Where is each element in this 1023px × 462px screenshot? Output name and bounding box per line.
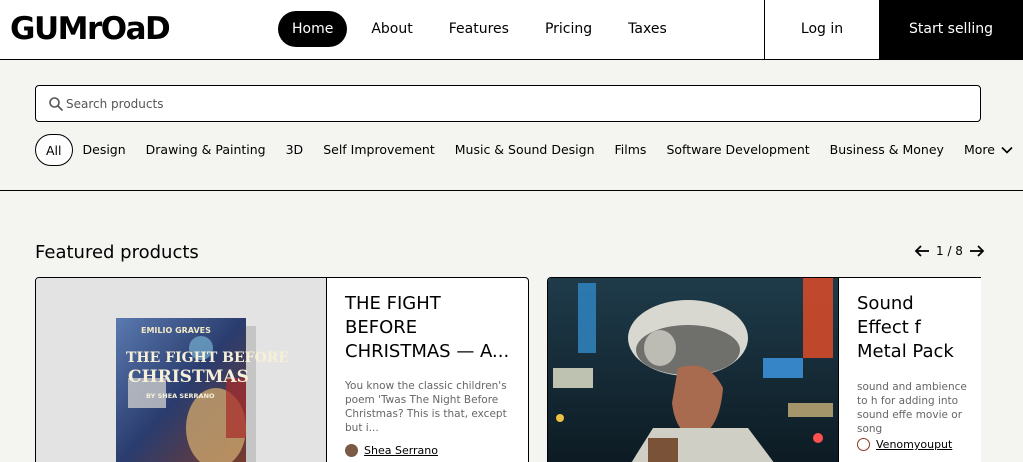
category-music-sound-design[interactable]: Music & Sound Design [445, 134, 605, 166]
featured-heading: Featured products [35, 242, 199, 263]
product-thumbnail[interactable] [548, 278, 839, 462]
category-business-money[interactable]: Business & Money [820, 134, 954, 166]
category-films[interactable]: Films [605, 134, 657, 166]
nav-about[interactable]: About [357, 11, 426, 47]
product-card[interactable]: Sound Effect f Metal Pack sound and ambi… [547, 277, 981, 462]
search-input[interactable] [66, 86, 966, 121]
pager-count: 1 / 8 [936, 244, 963, 258]
category-self-improvement[interactable]: Self Improvement [313, 134, 445, 166]
nav-home[interactable]: Home [278, 11, 348, 47]
category-drawing-painting[interactable]: Drawing & Painting [136, 134, 276, 166]
start-selling-button[interactable]: Start selling [879, 0, 1023, 59]
category-more[interactable]: More [954, 134, 1023, 166]
arrow-right-icon[interactable] [969, 245, 985, 257]
more-label: More [963, 142, 995, 157]
avatar [857, 438, 870, 451]
search-section: All Design Drawing & Painting 3D Self Im… [0, 60, 1023, 191]
nav-features[interactable]: Features [435, 11, 523, 47]
nav-taxes[interactable]: Taxes [614, 11, 681, 47]
category-software-development[interactable]: Software Development [656, 134, 819, 166]
seller-link[interactable]: Venomyouput [857, 438, 971, 451]
cover-title-2: CHRISTMAS [128, 367, 249, 387]
top-header: GUMrOaD Home About Features Pricing Taxe… [0, 0, 1023, 60]
product-title[interactable]: Sound Effect f Metal Pack [857, 292, 971, 364]
seller-link[interactable]: Shea Serrano [345, 444, 512, 457]
product-thumbnail[interactable]: EMILIO GRAVES THE FIGHT BEFORE CHRISTMAS… [36, 278, 327, 462]
cover-title-1: THE FIGHT BEFORE [126, 350, 289, 366]
category-all[interactable]: All [35, 134, 73, 166]
cover-byline: BY SHEA SERRANO [146, 392, 215, 400]
category-bar: All Design Drawing & Painting 3D Self Im… [35, 134, 1023, 166]
avatar [345, 444, 358, 457]
product-description: sound and ambience to h for adding into … [857, 381, 967, 435]
product-title[interactable]: THE FIGHT BEFORE CHRISTMAS — A... [345, 292, 512, 364]
seller-name: Venomyouput [876, 438, 953, 451]
search-icon [49, 97, 63, 111]
main-nav: Home About Features Pricing Taxes [278, 11, 686, 47]
product-card[interactable]: EMILIO GRAVES THE FIGHT BEFORE CHRISTMAS… [35, 277, 529, 462]
product-description: You know the classic children's poem 'Tw… [345, 380, 507, 434]
product-info: THE FIGHT BEFORE CHRISTMAS — A... You kn… [327, 278, 528, 462]
seller-name: Shea Serrano [364, 444, 439, 457]
category-3d[interactable]: 3D [276, 134, 314, 166]
book-cover-image: EMILIO GRAVES THE FIGHT BEFORE CHRISTMAS… [36, 278, 326, 462]
category-design[interactable]: Design [73, 134, 136, 166]
nav-pricing[interactable]: Pricing [531, 11, 606, 47]
arrow-left-icon[interactable] [914, 245, 930, 257]
product-info: Sound Effect f Metal Pack sound and ambi… [839, 278, 981, 462]
login-button[interactable]: Log in [764, 0, 879, 59]
featured-pager: 1 / 8 [914, 244, 985, 258]
chevron-down-icon [1001, 146, 1013, 154]
cyberpunk-image [548, 278, 838, 462]
cover-author: EMILIO GRAVES [141, 326, 211, 335]
gumroad-logo[interactable]: GUMrOaD [10, 11, 171, 47]
search-box[interactable] [35, 85, 981, 122]
